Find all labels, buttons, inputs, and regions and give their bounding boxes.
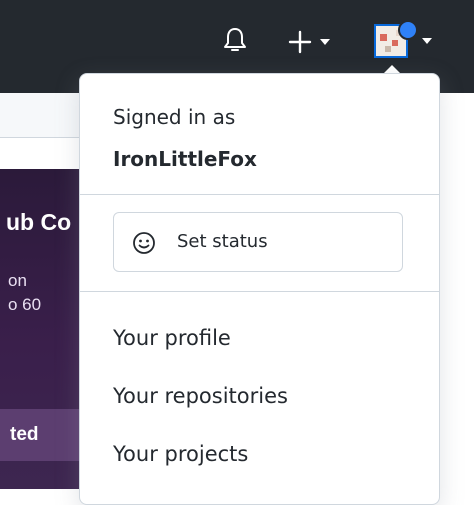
menu-divider <box>80 291 439 292</box>
menu-item-your-profile[interactable]: Your profile <box>113 326 231 350</box>
menu-item-your-repositories[interactable]: Your repositories <box>113 384 288 408</box>
username: IronLittleFox <box>113 147 257 171</box>
plus-icon <box>288 30 312 54</box>
promo-button-label: ted <box>10 424 39 445</box>
header-actions <box>0 20 474 70</box>
set-status-label: Set status <box>177 231 268 252</box>
user-dropdown-menu: Signed in as IronLittleFox Set status Yo… <box>79 73 440 505</box>
promo-banner: ub Co on o 60 ted <box>0 169 80 489</box>
page-background: ub Co on o 60 ted <box>0 93 80 491</box>
repo-subnav <box>0 93 80 138</box>
promo-button[interactable]: ted <box>0 409 80 461</box>
create-new-button[interactable] <box>288 26 340 56</box>
set-status-button[interactable]: Set status <box>113 212 403 272</box>
status-dot <box>398 20 418 40</box>
chevron-down-icon <box>422 38 432 44</box>
promo-text-line: on <box>8 271 27 290</box>
menu-item-your-projects[interactable]: Your projects <box>113 442 248 466</box>
menu-divider <box>80 194 439 195</box>
chevron-down-icon <box>320 39 330 45</box>
bell-icon[interactable] <box>222 26 248 56</box>
promo-title: ub Co <box>6 209 72 235</box>
user-menu-button[interactable] <box>374 20 436 62</box>
promo-text-line: o 60 <box>8 295 42 314</box>
signed-in-label: Signed in as <box>113 105 236 129</box>
smiley-icon <box>133 232 155 254</box>
